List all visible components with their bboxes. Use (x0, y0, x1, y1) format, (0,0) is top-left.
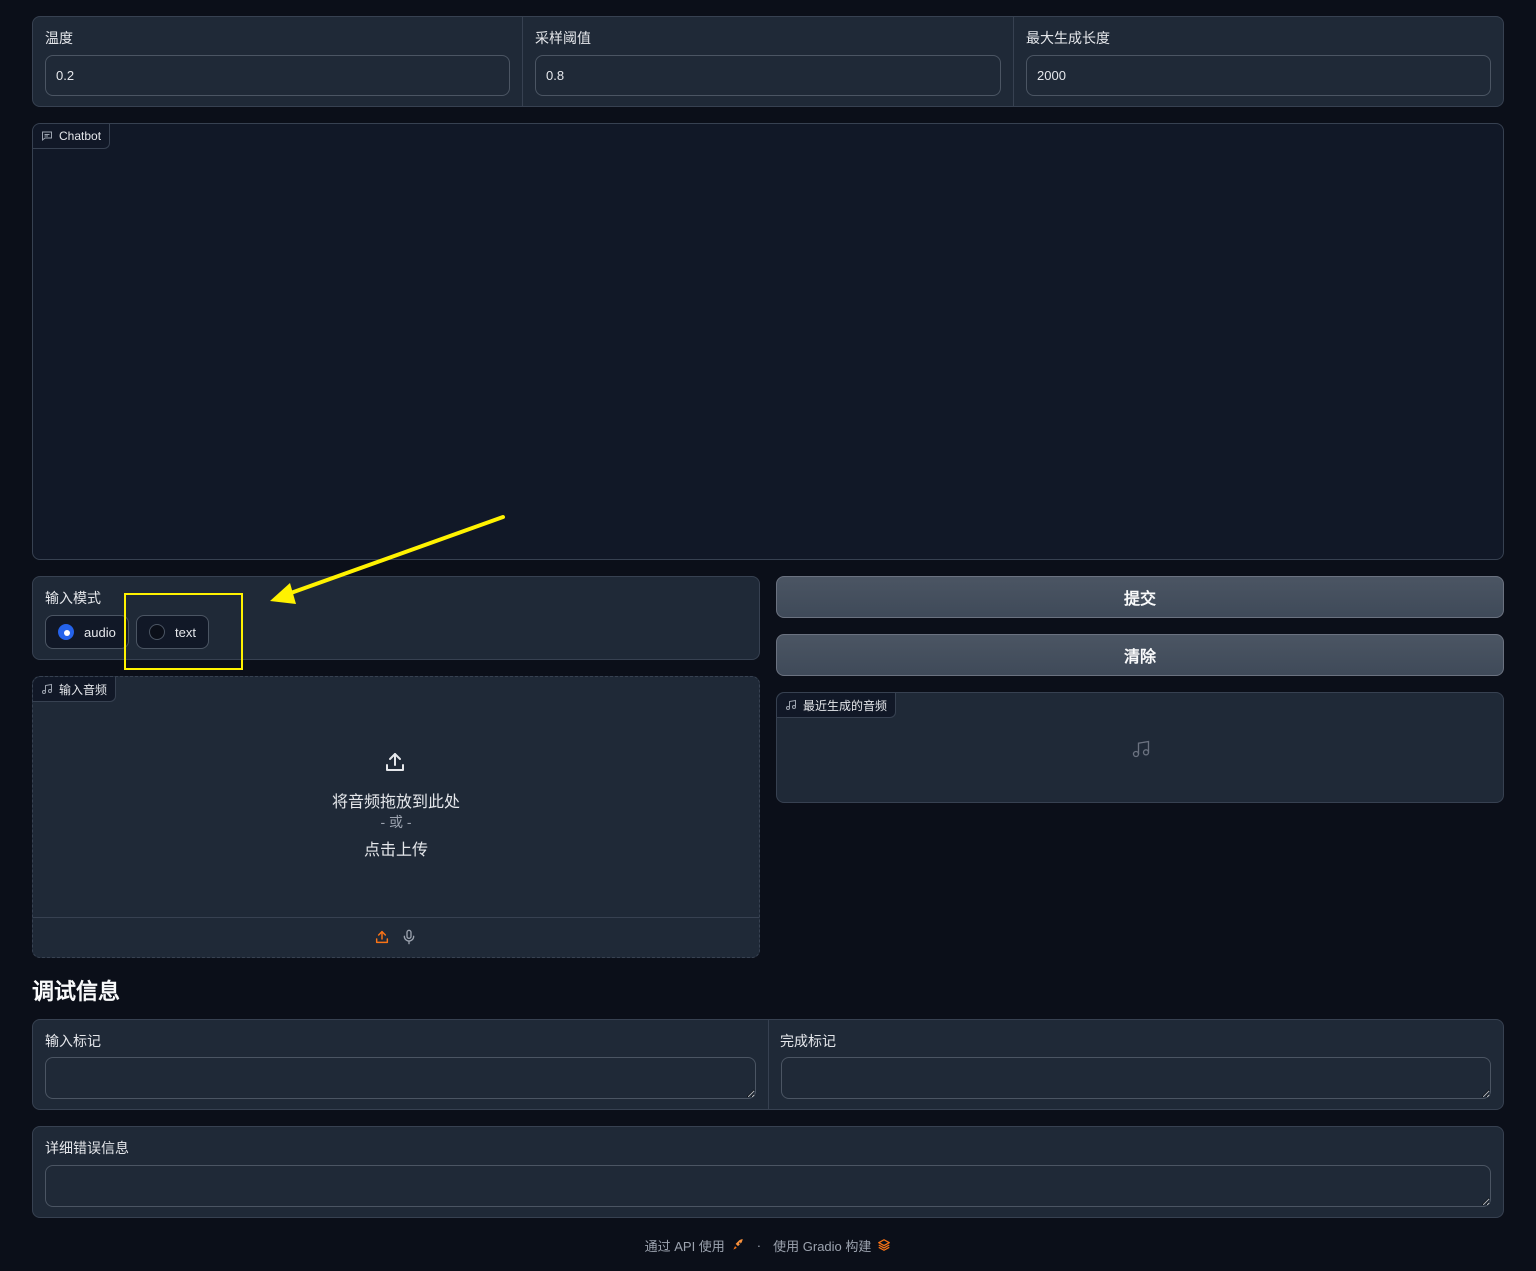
input-tokens-label: 输入标记 (45, 1033, 101, 1049)
dropzone-click-text: 点击上传 (363, 842, 428, 859)
chat-bubble-icon (42, 131, 52, 142)
music-note-icon (786, 699, 796, 710)
temperature-input[interactable] (45, 55, 510, 96)
chatbot-tag: Chatbot (33, 124, 111, 149)
gradio-logo-icon (878, 1239, 891, 1251)
microphone-icon[interactable] (401, 928, 417, 946)
api-link[interactable]: 通过 API 使用 (645, 1236, 725, 1255)
audio-dropzone[interactable]: 将音频拖放到此处 - 或 - 点击上传 (33, 703, 759, 917)
error-panel: 详细错误信息 (32, 1126, 1504, 1218)
audio-output-label: 最近生成的音频 (803, 698, 888, 713)
music-note-icon (42, 683, 52, 694)
params-divider-1 (522, 17, 523, 106)
radio-audio-dot[interactable] (58, 624, 74, 640)
annotation-highlight-box (124, 593, 243, 670)
radio-audio-label: audio (84, 624, 116, 640)
dropzone-drop-text: 将音频拖放到此处 (331, 794, 460, 811)
audio-output-panel: 最近生成的音频 (776, 692, 1504, 803)
tokens-divider (768, 1020, 769, 1109)
audio-input-tag: 输入音频 (33, 677, 117, 702)
audio-source-bar (33, 917, 759, 918)
radio-audio[interactable]: audio (45, 615, 129, 649)
max-length-input[interactable] (1026, 55, 1491, 96)
audio-placeholder-icon (1132, 740, 1150, 758)
chatbot-label: Chatbot (59, 129, 102, 143)
footer: 通过 API 使用 · 使用 Gradio 构建 (0, 1235, 1536, 1255)
dropzone-or-text: - 或 - (380, 814, 412, 830)
max-length-label: 最大生成长度 (1026, 30, 1110, 46)
top-p-label: 采样阈值 (535, 30, 591, 46)
gradio-link[interactable]: 使用 Gradio 构建 (773, 1236, 871, 1255)
clear-button[interactable]: 清除 (776, 634, 1504, 676)
audio-input-label: 输入音频 (59, 682, 108, 697)
rocket-icon (733, 1239, 743, 1250)
tokens-panel: 输入标记 完成标记 (32, 1019, 1504, 1110)
error-label: 详细错误信息 (45, 1140, 129, 1156)
upload-source-icon[interactable] (374, 929, 390, 945)
footer-separator: · (756, 1237, 762, 1253)
completion-tokens-textarea[interactable] (781, 1057, 1491, 1099)
input-mode-label: 输入模式 (45, 590, 101, 606)
input-tokens-textarea[interactable] (45, 1057, 756, 1099)
audio-input-panel: 输入音频 将音频拖放到此处 - 或 - 点击上传 (32, 676, 760, 958)
chatbot-panel[interactable]: Chatbot (32, 123, 1504, 560)
submit-button[interactable]: 提交 (776, 576, 1504, 618)
completion-tokens-label: 完成标记 (780, 1033, 836, 1049)
top-p-input[interactable] (535, 55, 1001, 96)
params-panel: 温度 采样阈值 最大生成长度 (32, 16, 1504, 107)
params-divider-2 (1013, 17, 1014, 106)
audio-output-tag: 最近生成的音频 (777, 693, 897, 718)
upload-icon (386, 753, 404, 771)
temperature-label: 温度 (45, 30, 73, 46)
debug-heading: 调试信息 (32, 979, 121, 1004)
error-textarea[interactable] (45, 1165, 1491, 1207)
